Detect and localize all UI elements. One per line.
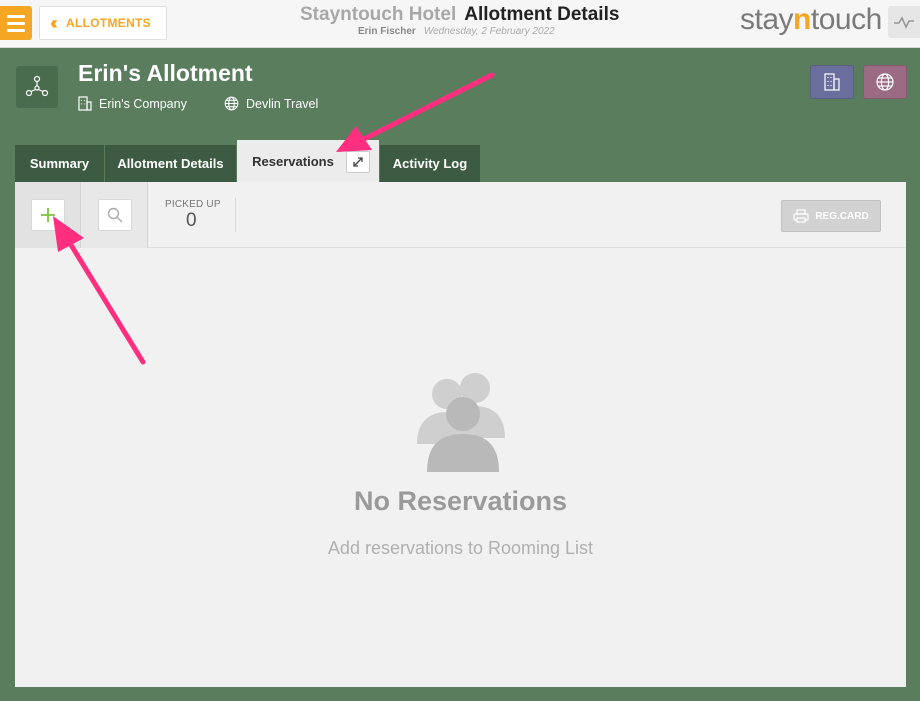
add-segment (15, 182, 81, 248)
guests-group-icon (417, 373, 505, 472)
reservations-toolbar: PICKED UP 0 REG.CARD (15, 182, 906, 248)
pulse-icon (894, 16, 914, 29)
travel-agent-name: Devlin Travel (246, 96, 319, 111)
page-title: Allotment Details (464, 4, 620, 25)
toolbar-divider (235, 198, 236, 232)
back-button-label: ALLOTMENTS (66, 16, 151, 30)
empty-state-subtitle: Add reservations to Rooming List (327, 538, 594, 558)
activity-pulse-button[interactable] (888, 6, 920, 38)
travel-agent-info: Devlin Travel (224, 96, 318, 111)
hotel-building-icon (824, 73, 840, 91)
business-date: Wednesday, 2 February 2022 (423, 26, 555, 37)
plus-icon (41, 208, 55, 222)
menu-line (7, 28, 25, 32)
add-reservation-button[interactable] (31, 199, 65, 231)
search-segment (81, 182, 148, 248)
user-name: Erin Fischer (358, 26, 416, 37)
hotel-card-button[interactable] (810, 65, 854, 99)
top-bar: ‹‹ ALLOTMENTS Stayntouch Hotel Allotment … (0, 0, 920, 48)
building-icon (78, 96, 92, 111)
hotel-name: Stayntouch Hotel (300, 4, 457, 25)
company-info: Erin's Company (78, 96, 187, 111)
reservations-panel: PICKED UP 0 REG.CARD No Reservations Add… (15, 182, 906, 687)
double-chevron-left-icon: ‹‹ (50, 12, 58, 33)
printer-icon (793, 209, 809, 223)
menu-line (7, 21, 25, 25)
globe-icon (876, 73, 894, 91)
expand-reservations-button[interactable] (346, 151, 370, 173)
search-icon (107, 207, 123, 223)
picked-up-label: PICKED UP (165, 199, 221, 210)
empty-state-title: No Reservations (353, 486, 568, 516)
search-reservations-button[interactable] (98, 199, 132, 231)
header-title: Stayntouch Hotel Allotment Details (300, 4, 619, 26)
hamburger-menu-button[interactable] (0, 6, 32, 40)
tab-allotment-details[interactable]: Allotment Details (105, 145, 236, 182)
header-subtitle: Erin Fischer Wednesday, 2 February 2022 (358, 26, 555, 37)
stayntouch-logo: stayntouch (740, 3, 882, 37)
logo-text-accent: n (793, 3, 811, 36)
globe-icon (224, 96, 239, 111)
allotment-name: Erin's Allotment (78, 60, 253, 86)
tab-summary[interactable]: Summary (15, 145, 104, 182)
reg-card-button[interactable]: REG.CARD (781, 200, 881, 232)
picked-up-count: 0 (186, 210, 197, 231)
expand-icon (353, 157, 363, 167)
back-to-allotments-button[interactable]: ‹‹ ALLOTMENTS (39, 6, 167, 40)
menu-line (7, 14, 25, 18)
company-name: Erin's Company (99, 96, 187, 111)
group-network-icon (25, 75, 49, 97)
logo-text-end: touch (810, 3, 882, 36)
travel-agent-card-button[interactable] (863, 65, 907, 99)
logo-text-start: stay (740, 3, 794, 36)
allotment-icon (16, 66, 58, 108)
reg-card-label: REG.CARD (815, 210, 869, 222)
tab-activity-log[interactable]: Activity Log (380, 145, 480, 182)
